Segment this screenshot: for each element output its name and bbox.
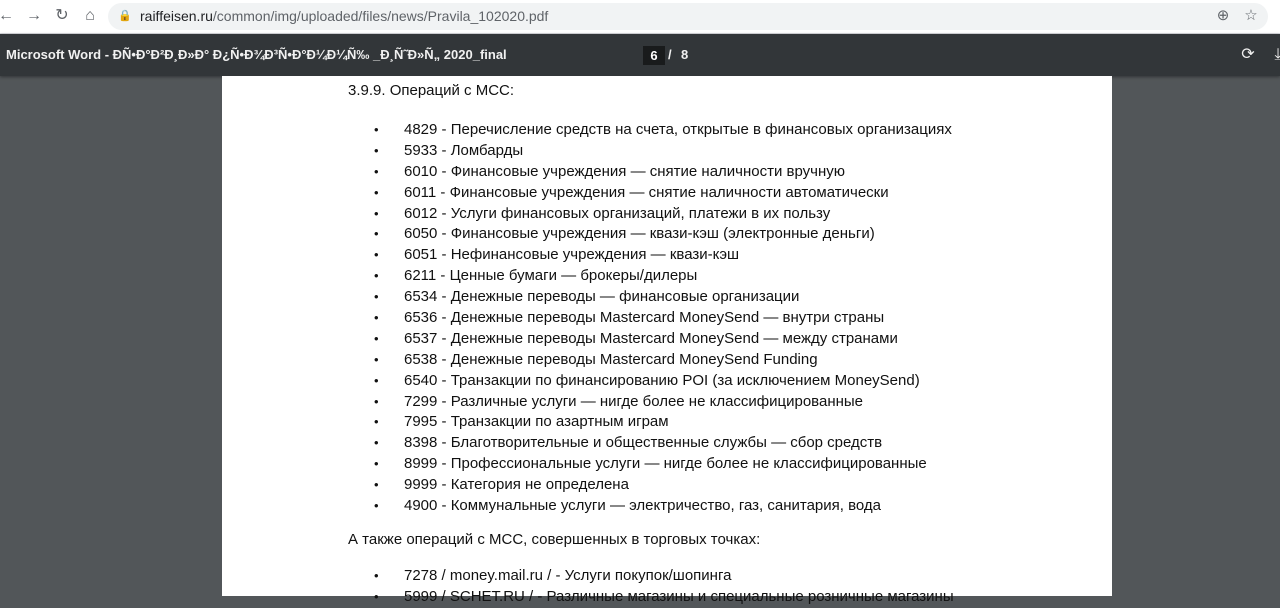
list-item: • 7278 / money.mail.ru / - Услуги покупок… <box>348 566 954 587</box>
browser-toolbar: ← → ↻ ⌂ 🔒 raiffeisen.ru/common/img/uploa… <box>0 0 1280 34</box>
page-content: 3.9.9. Операций с МСС: • 4829 - Перечисле… <box>348 80 954 608</box>
bullet-icon: • <box>374 310 379 326</box>
list-item-text: 6540 - Транзакции по финансированию POI … <box>404 371 920 389</box>
list-item: • 6538 - Денежные переводы Mastercard Mon… <box>348 350 954 371</box>
list-item-text: 8398 - Благотворительные и общественные … <box>404 434 883 452</box>
list-item-text: 7278 / money.mail.ru / - Услуги покупок/… <box>404 566 732 584</box>
list-item: • 9999 - Категория не определена <box>348 475 954 496</box>
list-item-text: 9999 - Категория не определена <box>404 476 629 494</box>
list-item: • 6050 - Финансовые учреждения — квази-кэ… <box>348 224 954 245</box>
page-number-input[interactable]: 6 <box>643 46 665 65</box>
list-item-text: 6050 - Финансовые учреждения — квази-кэш… <box>404 225 875 243</box>
list-item-text: 6011 - Финансовые учреждения — снятие на… <box>404 183 889 201</box>
list-item-text: 6051 - Нефинансовые учреждения — квази-к… <box>404 246 740 264</box>
zoom-icon[interactable]: ⊕ <box>1214 7 1232 25</box>
pdf-page: 3.9.9. Операций с МСС: • 4829 - Перечисле… <box>222 76 1112 605</box>
list-item-text: 6012 - Услуги финансовых организаций, пл… <box>404 204 831 222</box>
url-host: raiffeisen.ru <box>140 8 213 24</box>
bullet-icon: • <box>374 456 379 472</box>
bullet-icon: • <box>374 163 379 179</box>
download-icon[interactable]: ⤓ <box>1268 45 1280 65</box>
bullet-icon: • <box>374 122 379 137</box>
forward-arrow-icon[interactable]: → <box>24 6 44 26</box>
bullet-icon: • <box>374 372 379 388</box>
list-item: • 6540 - Транзакции по финансированию POI… <box>348 371 954 392</box>
list-item: • 6536 - Денежные переводы Mastercard Mon… <box>348 308 954 329</box>
list-item: • 8999 - Профессиональные услуги — нигде … <box>348 454 954 475</box>
list-item: • 5933 - Ломбарды <box>348 141 954 162</box>
bullet-icon: • <box>374 226 379 242</box>
document-title: Microsoft Word - ÐÑ•Ð°Ð²Ð¸Ð»Ð° Ð¿Ñ•Ð¾Ð³Ñ… <box>6 47 507 62</box>
list-item-text: 7299 - Различные услуги — нигде более не… <box>404 392 864 410</box>
lock-icon[interactable]: 🔒 <box>118 9 132 23</box>
reload-icon[interactable]: ↻ <box>52 6 72 26</box>
list-item-text: 6536 - Денежные переводы Mastercard Mone… <box>404 309 885 327</box>
list-item: • 4900 - Коммунальные услуги — электричес… <box>348 496 954 517</box>
list-item: • 8398 - Благотворительные и общественные… <box>348 433 954 454</box>
merchant-list: • 7278 / money.mail.ru / - Услуги покупок… <box>348 566 954 608</box>
list-item: • 6010 - Финансовые учреждения — снятие н… <box>348 162 954 183</box>
list-item: • 5999 / SCHET.RU / - Различные магазины … <box>348 587 954 608</box>
list-item: • 7995 - Транзакции по азартным играм <box>348 412 954 433</box>
list-item-text: 8999 - Профессиональные услуги — нигде б… <box>404 455 927 473</box>
bullet-icon: • <box>374 247 379 263</box>
list-item: • 4829 - Перечисление средств на счета, о… <box>348 120 954 141</box>
list-item-text: 6211 - Ценные бумаги — брокеры/дилеры <box>404 267 698 285</box>
bullet-icon: • <box>374 477 379 493</box>
bullet-icon: • <box>374 498 379 514</box>
bullet-icon: • <box>374 414 379 430</box>
list-item-text: 4900 - Коммунальные услуги — электричест… <box>404 497 882 515</box>
rotate-icon[interactable]: ⟳ <box>1238 45 1258 65</box>
list-item-text: 6010 - Финансовые учреждения — снятие на… <box>404 162 846 180</box>
list-item: • 6211 - Ценные бумаги — брокеры/дилеры <box>348 266 954 287</box>
bullet-icon: • <box>374 184 379 200</box>
address-bar[interactable]: 🔒 raiffeisen.ru/common/img/uploaded/file… <box>108 3 1268 30</box>
bullet-icon: • <box>374 567 379 583</box>
list-item: • 6534 - Денежные переводы — финансовые о… <box>348 287 954 308</box>
bullet-icon: • <box>374 435 379 451</box>
page-separator: / <box>668 47 672 62</box>
section-heading: 3.9.9. Операций с МСС: <box>348 82 515 99</box>
list-item-text: 6538 - Денежные переводы Mastercard Mone… <box>404 350 818 368</box>
list-item: • 6537 - Денежные переводы Mastercard Mon… <box>348 329 954 350</box>
bullet-icon: • <box>374 330 379 346</box>
list-item: • 6051 - Нефинансовые учреждения — квази-… <box>348 245 954 266</box>
list-item-text: 7995 - Транзакции по азартным играм <box>404 413 669 431</box>
list-item-text: 5999 / SCHET.RU / - Различные магазины и… <box>404 587 954 605</box>
bullet-icon: • <box>374 142 379 158</box>
paragraph-merchants: А также операций с МСС, совершенных в то… <box>348 530 761 548</box>
list-item: • 6012 - Услуги финансовых организаций, п… <box>348 204 954 225</box>
list-item-text: 6534 - Денежные переводы — финансовые ор… <box>404 288 800 306</box>
list-item: • 6011 - Финансовые учреждения — снятие н… <box>348 183 954 204</box>
list-item-text: 4829 - Перечисление средств на счета, от… <box>404 121 952 138</box>
mcc-list: • 4829 - Перечисление средств на счета, о… <box>348 120 954 517</box>
url-text[interactable]: raiffeisen.ru/common/img/uploaded/files/… <box>140 8 548 24</box>
list-item-text: 5933 - Ломбарды <box>404 141 524 159</box>
bullet-icon: • <box>374 205 379 221</box>
pdf-toolbar: Microsoft Word - ÐÑ•Ð°Ð²Ð¸Ð»Ð° Ð¿Ñ•Ð¾Ð³Ñ… <box>0 34 1280 76</box>
back-arrow-icon[interactable]: ← <box>0 6 16 26</box>
star-icon[interactable]: ☆ <box>1242 7 1260 25</box>
list-item: • 7299 - Различные услуги — нигде более н… <box>348 392 954 413</box>
list-item-text: 6537 - Денежные переводы Mastercard Mone… <box>404 329 898 347</box>
bullet-icon: • <box>374 393 379 409</box>
bullet-icon: • <box>374 351 379 367</box>
home-icon[interactable]: ⌂ <box>80 6 100 26</box>
bullet-icon: • <box>374 588 379 604</box>
url-path: /common/img/uploaded/files/news/Pravila_… <box>212 8 549 24</box>
page-total: 8 <box>681 47 689 62</box>
bullet-icon: • <box>374 268 379 284</box>
bullet-icon: • <box>374 289 379 305</box>
